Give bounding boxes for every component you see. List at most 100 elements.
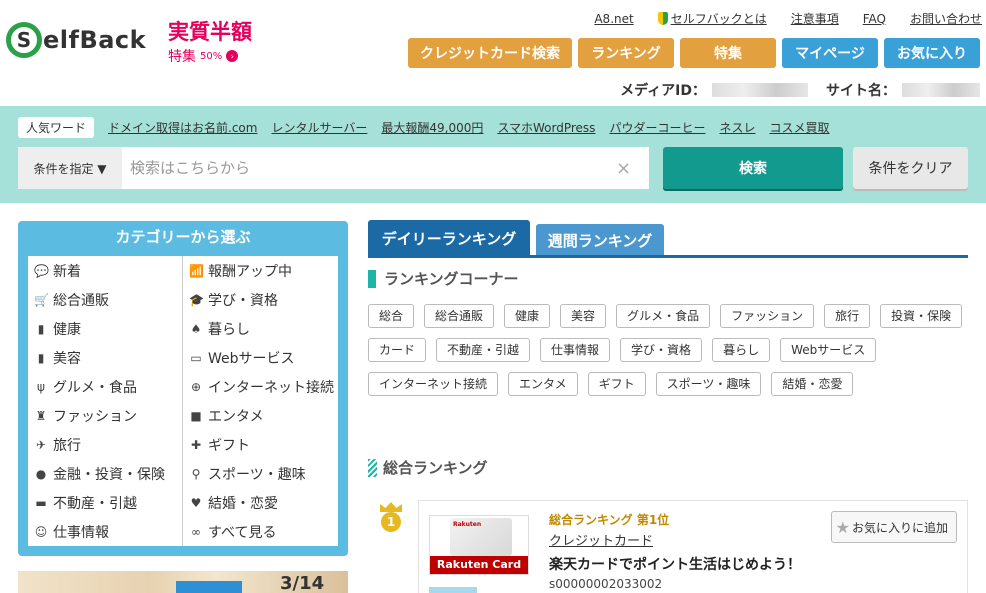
category-item-new[interactable]: 💬 新着 bbox=[28, 256, 183, 285]
ranking-tag[interactable]: 美容 bbox=[560, 304, 607, 328]
category-item-web-service[interactable]: ▭ Webサービス bbox=[183, 343, 338, 372]
keyword-link[interactable]: パウダーコーヒー bbox=[609, 119, 705, 136]
link-notes[interactable]: 注意事項 bbox=[791, 10, 839, 27]
ranking-tag[interactable]: ギフト bbox=[587, 372, 646, 396]
ranking-tag[interactable]: 学び・資格 bbox=[620, 338, 703, 362]
ranking-item-card[interactable]: Rakuten Rakuten Card 総合ランキング 第1位 クレジットカー… bbox=[418, 500, 968, 593]
add-favorite-label: お気に入りに追加 bbox=[851, 520, 948, 535]
tree-icon: ♠ bbox=[190, 321, 202, 336]
nav-ranking[interactable]: ランキング bbox=[578, 38, 674, 68]
section-marker-icon bbox=[368, 269, 376, 288]
category-item-fashion[interactable]: ♜ ファッション bbox=[28, 401, 183, 430]
heart-icon: ♥ bbox=[190, 495, 202, 510]
nav-favorites[interactable]: お気に入り bbox=[884, 38, 980, 68]
keyword-link[interactable]: ドメイン取得はお名前.com bbox=[108, 119, 257, 136]
category-panel: カテゴリーから選ぶ 💬 新着 📶 報酬アップ中 🛒 総合通販 🎓 学び・資格 ▮ 健康 ♠… bbox=[18, 221, 348, 556]
truck-icon: ▬ bbox=[35, 495, 47, 510]
popular-keywords: 人気ワード ドメイン取得はお名前.com レンタルサーバー 最大報酬49,000… bbox=[18, 117, 843, 138]
category-item-living[interactable]: ♠ 暮らし bbox=[183, 314, 338, 343]
ranking-tag[interactable]: グルメ・食品 bbox=[616, 304, 711, 328]
category-item-jobs[interactable]: ☺ 仕事情報 bbox=[28, 517, 183, 546]
ranking-tag[interactable]: 旅行 bbox=[824, 304, 871, 328]
promo-half-price-link[interactable]: 実質半額 特集 50% › bbox=[168, 20, 252, 66]
ranking-tag[interactable]: 不動産・引越 bbox=[436, 338, 531, 362]
ranking-tag[interactable]: スポーツ・趣味 bbox=[655, 372, 762, 396]
overall-ranking-title: 総合ランキング bbox=[368, 457, 488, 478]
rank-label: 総合ランキング 第1位 bbox=[549, 513, 670, 527]
binoculars-icon: ∞ bbox=[191, 524, 201, 539]
tab-daily-ranking[interactable]: デイリーランキング bbox=[368, 220, 530, 256]
category-item-beauty[interactable]: ▮ 美容 bbox=[28, 343, 183, 372]
clear-conditions-button[interactable]: 条件をクリア bbox=[853, 147, 968, 189]
ranking-tag[interactable]: 総合通販 bbox=[424, 304, 495, 328]
nav-mypage[interactable]: マイページ bbox=[782, 38, 878, 68]
item-category-link[interactable]: クレジットカード bbox=[549, 530, 653, 549]
add-favorite-button[interactable]: ★ お気に入りに追加 bbox=[830, 511, 957, 543]
category-item-see-all[interactable]: ∞ すべて見る bbox=[183, 517, 338, 546]
crown-rank-icon: 1 bbox=[380, 502, 402, 532]
category-item-sports[interactable]: ⚲ スポーツ・趣味 bbox=[183, 459, 338, 488]
condition-dropdown[interactable]: 条件を指定 ▼ bbox=[18, 147, 122, 189]
ranking-tag[interactable]: 暮らし bbox=[712, 338, 771, 362]
selfback-logo[interactable]: S elfBack bbox=[6, 22, 146, 58]
ranking-tag[interactable]: 投資・保険 bbox=[880, 304, 963, 328]
star-icon: ★ bbox=[835, 517, 850, 537]
keyword-link[interactable]: ネスレ bbox=[719, 119, 755, 136]
category-item-marriage[interactable]: ♥ 結婚・恋愛 bbox=[183, 488, 338, 517]
link-faq[interactable]: FAQ bbox=[863, 10, 886, 27]
category-label: グルメ・食品 bbox=[53, 379, 137, 396]
logo-ring-icon: S bbox=[6, 22, 42, 58]
ranking-corner-title-text: ランキングコーナー bbox=[384, 270, 519, 288]
category-item-real-estate[interactable]: ▬ 不動産・引越 bbox=[28, 488, 183, 517]
nav-credit-card-search[interactable]: クレジットカード検索 bbox=[408, 38, 572, 68]
airplane-icon: ✈ bbox=[35, 437, 47, 452]
search-button[interactable]: 検索 bbox=[663, 147, 843, 189]
category-label: 報酬アップ中 bbox=[208, 263, 292, 280]
category-label: 学び・資格 bbox=[208, 292, 278, 309]
credit-card-graphic: Rakuten bbox=[450, 518, 512, 556]
item-heading[interactable]: 楽天カードでポイント生活はじめよう！ bbox=[549, 554, 801, 574]
category-item-entertainment[interactable]: ■ エンタメ bbox=[183, 401, 338, 430]
promo-title: 実質半額 bbox=[168, 20, 252, 44]
ranking-tag[interactable]: 健康 bbox=[504, 304, 551, 328]
category-item-learning[interactable]: 🎓 学び・資格 bbox=[183, 285, 338, 314]
monitor-icon: ▭ bbox=[190, 350, 202, 365]
keyword-link[interactable]: コスメ買取 bbox=[769, 119, 829, 136]
keyword-link[interactable]: レンタルサーバー bbox=[271, 119, 367, 136]
clear-input-icon[interactable]: × bbox=[616, 158, 631, 179]
speech-bubble-icon: 💬 bbox=[34, 263, 49, 278]
ranking-tag[interactable]: 総合 bbox=[368, 304, 415, 328]
nav-feature[interactable]: 特集 bbox=[680, 38, 776, 68]
ranking-tag[interactable]: Webサービス bbox=[780, 338, 877, 362]
ranking-tag[interactable]: エンタメ bbox=[508, 372, 578, 396]
ranking-tag[interactable]: インターネット接続 bbox=[368, 372, 499, 396]
category-item-travel[interactable]: ✈ 旅行 bbox=[28, 430, 183, 459]
category-item-finance[interactable]: ● 金融・投資・保険 bbox=[28, 459, 183, 488]
category-item-internet[interactable]: ⊕ インターネット接続 bbox=[183, 372, 338, 401]
crown-icon bbox=[380, 502, 402, 512]
category-label: 暮らし bbox=[208, 321, 250, 338]
globe-icon: ⊕ bbox=[190, 379, 202, 394]
tab-underline bbox=[368, 255, 968, 258]
category-item-gift[interactable]: ✚ ギフト bbox=[183, 430, 338, 459]
beginner-leaf-icon bbox=[657, 12, 668, 25]
category-item-reward-up[interactable]: 📶 報酬アップ中 bbox=[183, 256, 338, 285]
ranking-tag[interactable]: 仕事情報 bbox=[540, 338, 611, 362]
category-item-gourmet[interactable]: ψ グルメ・食品 bbox=[28, 372, 183, 401]
category-label: すべて見る bbox=[208, 524, 277, 541]
category-item-health[interactable]: ▮ 健康 bbox=[28, 314, 183, 343]
tab-weekly-ranking[interactable]: 週間ランキング bbox=[536, 224, 664, 256]
keyword-link[interactable]: 最大報酬49,000円 bbox=[381, 119, 483, 136]
ranking-tag[interactable]: ファッション bbox=[720, 304, 815, 328]
search-input[interactable] bbox=[122, 147, 649, 189]
keyword-link[interactable]: スマホWordPress bbox=[497, 119, 595, 136]
rakuten-card-image[interactable]: Rakuten Rakuten Card bbox=[429, 515, 529, 575]
link-a8net[interactable]: A8.net bbox=[594, 10, 633, 27]
promo-banner[interactable]: 3/14 bbox=[18, 571, 348, 593]
link-contact[interactable]: お問い合わせ bbox=[910, 10, 982, 27]
link-about-selfback[interactable]: セルフバックとは bbox=[657, 10, 767, 27]
ranking-tag[interactable]: 結婚・恋愛 bbox=[771, 372, 854, 396]
ranking-tag[interactable]: カード bbox=[368, 338, 427, 362]
search-row: 条件を指定 ▼ × 検索 条件をクリア bbox=[18, 147, 968, 189]
category-item-general-shopping[interactable]: 🛒 総合通販 bbox=[28, 285, 183, 314]
